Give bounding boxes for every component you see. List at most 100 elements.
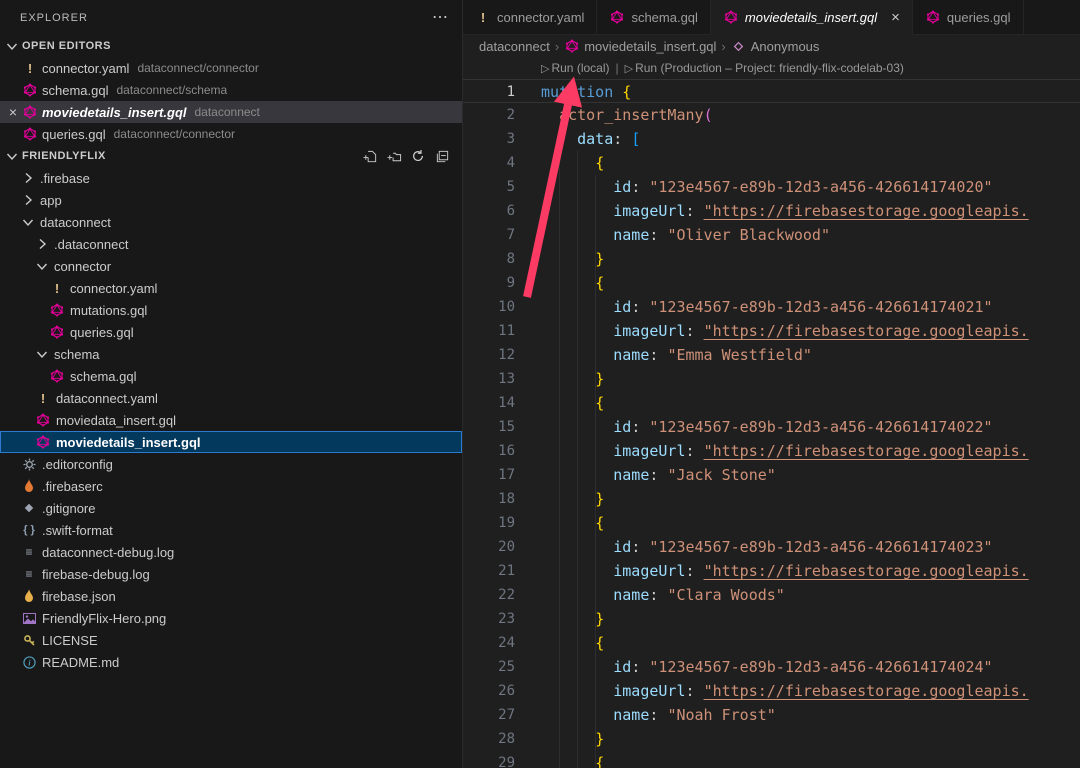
- warning-icon: !: [35, 390, 51, 406]
- open-editor-item-moviedetails_insert.gql[interactable]: ×moviedetails_insert.gqldataconnect: [0, 101, 462, 123]
- code-line-18[interactable]: 18 }: [463, 487, 1080, 511]
- code-line-17[interactable]: 17 name: "Jack Stone": [463, 463, 1080, 487]
- open-editors-header[interactable]: OPEN EDITORS: [0, 35, 462, 57]
- tree-item-moviedetails_insert.gql[interactable]: moviedetails_insert.gql: [0, 431, 462, 453]
- code-line-10[interactable]: 10 id: "123e4567-e89b-12d3-a456-42661417…: [463, 295, 1080, 319]
- line-number: 18: [463, 487, 515, 511]
- code-line-14[interactable]: 14 {: [463, 391, 1080, 415]
- tree-item-.swift-format[interactable]: { }.swift-format: [0, 519, 462, 541]
- code-line-21[interactable]: 21 imageUrl: "https://firebasestorage.go…: [463, 559, 1080, 583]
- code-line-6[interactable]: 6 imageUrl: "https://firebasestorage.goo…: [463, 199, 1080, 223]
- tab-queries.gql[interactable]: queries.gql: [913, 0, 1024, 34]
- more-actions-icon[interactable]: ⋯: [432, 10, 448, 26]
- code-line-1[interactable]: 1mutation {: [463, 79, 1080, 103]
- tree-item-queries.gql[interactable]: queries.gql: [0, 321, 462, 343]
- tree-item-.firebase[interactable]: .firebase: [0, 167, 462, 189]
- code-line-15[interactable]: 15 id: "123e4567-e89b-12d3-a456-42661417…: [463, 415, 1080, 439]
- line-number: 17: [463, 463, 515, 487]
- chevron-down-icon: [20, 214, 36, 230]
- tree-item-moviedata_insert.gql[interactable]: moviedata_insert.gql: [0, 409, 462, 431]
- code-editor[interactable]: ▷Run (local)|▷Run (Production – Project:…: [463, 57, 1080, 768]
- tree-item-firebase.json[interactable]: firebase.json: [0, 585, 462, 607]
- code-line-2[interactable]: 2 actor_insertMany(: [463, 103, 1080, 127]
- tree-item-schema.gql[interactable]: schema.gql: [0, 365, 462, 387]
- code-line-20[interactable]: 20 id: "123e4567-e89b-12d3-a456-42661417…: [463, 535, 1080, 559]
- tree-item-dataconnect-debug.log[interactable]: ≡dataconnect-debug.log: [0, 541, 462, 563]
- tree-item-README.md[interactable]: iREADME.md: [0, 651, 462, 673]
- line-number: 27: [463, 703, 515, 727]
- open-editor-item-schema.gql[interactable]: schema.gqldataconnect/schema: [0, 79, 462, 101]
- tree-item-dataconnect[interactable]: dataconnect: [0, 211, 462, 233]
- open-editor-item-connector.yaml[interactable]: !connector.yamldataconnect/connector: [0, 57, 462, 79]
- tab-moviedetails_insert.gql[interactable]: moviedetails_insert.gql×: [711, 0, 913, 34]
- tree-item-connector.yaml[interactable]: !connector.yaml: [0, 277, 462, 299]
- tree-item-firebase-debug.log[interactable]: ≡firebase-debug.log: [0, 563, 462, 585]
- file-label: .swift-format: [42, 523, 113, 538]
- code-line-16[interactable]: 16 imageUrl: "https://firebasestorage.go…: [463, 439, 1080, 463]
- tab-connector.yaml[interactable]: !connector.yaml: [463, 0, 597, 34]
- tree-item-LICENSE[interactable]: LICENSE: [0, 629, 462, 651]
- code-line-29[interactable]: 29 {: [463, 751, 1080, 768]
- code-line-3[interactable]: 3 data: [: [463, 127, 1080, 151]
- workspace-label: FRIENDLYFLIX: [22, 150, 106, 162]
- tab-label: queries.gql: [947, 10, 1011, 25]
- gear-icon: [21, 456, 37, 472]
- new-folder-icon[interactable]: [386, 148, 402, 164]
- code-line-7[interactable]: 7 name: "Oliver Blackwood": [463, 223, 1080, 247]
- breadcrumb-item-moviedetails_insert.gql[interactable]: moviedetails_insert.gql: [564, 38, 716, 54]
- line-number: 28: [463, 727, 515, 751]
- line-number: 21: [463, 559, 515, 583]
- graphql-icon: [49, 302, 65, 318]
- chevron-down-icon: [4, 38, 20, 54]
- tree-item-.editorconfig[interactable]: .editorconfig: [0, 453, 462, 475]
- code-lines: 1mutation {2 actor_insertMany(3 data: [4…: [463, 79, 1080, 768]
- run-production-link[interactable]: ▷Run (Production – Project: friendly-fli…: [625, 61, 904, 75]
- code-text: imageUrl: "https://firebasestorage.googl…: [515, 439, 1029, 463]
- workspace-header[interactable]: FRIENDLYFLIX: [0, 145, 462, 167]
- file-label: dataconnect-debug.log: [42, 545, 174, 560]
- close-icon[interactable]: ×: [891, 10, 900, 25]
- run-local-link[interactable]: ▷Run (local): [541, 61, 610, 75]
- tree-item-.dataconnect[interactable]: .dataconnect: [0, 233, 462, 255]
- tree-item-connector[interactable]: connector: [0, 255, 462, 277]
- open-editor-item-queries.gql[interactable]: queries.gqldataconnect/connector: [0, 123, 462, 145]
- tree-item-FriendlyFlix-Hero.png[interactable]: FriendlyFlix-Hero.png: [0, 607, 462, 629]
- line-number: 25: [463, 655, 515, 679]
- line-number: 6: [463, 199, 515, 223]
- breadcrumb-item-dataconnect[interactable]: dataconnect: [479, 39, 550, 54]
- code-line-11[interactable]: 11 imageUrl: "https://firebasestorage.go…: [463, 319, 1080, 343]
- line-number: 11: [463, 319, 515, 343]
- tree-item-dataconnect.yaml[interactable]: !dataconnect.yaml: [0, 387, 462, 409]
- graphql-icon: [22, 82, 38, 98]
- code-line-22[interactable]: 22 name: "Clara Woods": [463, 583, 1080, 607]
- tree-item-.gitignore[interactable]: .gitignore: [0, 497, 462, 519]
- collapse-all-icon[interactable]: [434, 148, 450, 164]
- refresh-icon[interactable]: [410, 148, 426, 164]
- tab-schema.gql[interactable]: schema.gql: [597, 0, 710, 34]
- code-line-19[interactable]: 19 {: [463, 511, 1080, 535]
- code-line-27[interactable]: 27 name: "Noah Frost": [463, 703, 1080, 727]
- file-label: connector.yaml: [70, 281, 157, 296]
- code-line-12[interactable]: 12 name: "Emma Westfield": [463, 343, 1080, 367]
- tree-item-.firebaserc[interactable]: .firebaserc: [0, 475, 462, 497]
- breadcrumb-item-Anonymous[interactable]: Anonymous: [731, 38, 820, 54]
- tree-item-mutations.gql[interactable]: mutations.gql: [0, 299, 462, 321]
- breadcrumb-separator: ›: [721, 39, 725, 54]
- close-icon[interactable]: ×: [4, 104, 22, 120]
- new-file-icon[interactable]: [362, 148, 378, 164]
- file-label: .editorconfig: [42, 457, 113, 472]
- line-number: 13: [463, 367, 515, 391]
- code-line-4[interactable]: 4 {: [463, 151, 1080, 175]
- code-line-24[interactable]: 24 {: [463, 631, 1080, 655]
- tree-item-schema[interactable]: schema: [0, 343, 462, 365]
- code-line-28[interactable]: 28 }: [463, 727, 1080, 751]
- code-line-8[interactable]: 8 }: [463, 247, 1080, 271]
- code-line-13[interactable]: 13 }: [463, 367, 1080, 391]
- folder-label: .dataconnect: [54, 237, 128, 252]
- code-line-25[interactable]: 25 id: "123e4567-e89b-12d3-a456-42661417…: [463, 655, 1080, 679]
- tree-item-app[interactable]: app: [0, 189, 462, 211]
- code-line-23[interactable]: 23 }: [463, 607, 1080, 631]
- code-line-9[interactable]: 9 {: [463, 271, 1080, 295]
- code-line-26[interactable]: 26 imageUrl: "https://firebasestorage.go…: [463, 679, 1080, 703]
- code-line-5[interactable]: 5 id: "123e4567-e89b-12d3-a456-426614174…: [463, 175, 1080, 199]
